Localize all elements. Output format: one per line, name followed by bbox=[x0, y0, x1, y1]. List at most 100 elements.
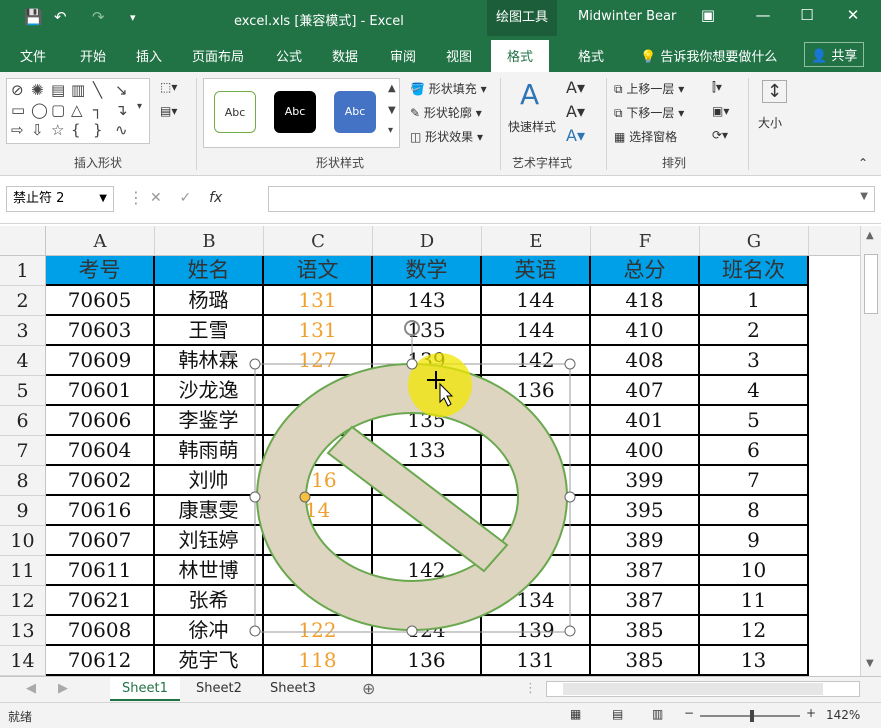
table-cell[interactable]: 135 bbox=[373, 316, 482, 346]
table-cell[interactable]: 沙龙逸 bbox=[155, 376, 264, 406]
column-header[interactable]: G bbox=[700, 226, 809, 256]
shapes-gallery[interactable]: ⊘ ✺ ▤ ▥ ╲ ↘ ▭ ◯ ▢ △ ┐ ↴ ⇨ ⇩ ☆ { } ∿ ▾ bbox=[6, 78, 150, 144]
triangle-shape-icon[interactable]: △ bbox=[71, 101, 83, 119]
table-cell[interactable]: 124 bbox=[373, 616, 482, 646]
table-cell[interactable]: 徐冲 bbox=[155, 616, 264, 646]
edit-shape-icon[interactable]: ⬚▾ bbox=[160, 80, 177, 94]
column-header[interactable]: B bbox=[155, 226, 264, 256]
table-cell[interactable] bbox=[482, 466, 591, 496]
save-icon[interactable]: 💾 bbox=[24, 8, 43, 26]
row-header[interactable]: 10 bbox=[0, 526, 46, 556]
tab-page-layout[interactable]: 页面布局 bbox=[192, 46, 244, 65]
table-cell[interactable]: 143 bbox=[373, 286, 482, 316]
table-cell[interactable]: 韩林霖 bbox=[155, 346, 264, 376]
worksheet-grid[interactable]: A B C D E F G 1 2 3 4 5 6 7 8 9 10 11 12 13 14 考号 姓名 语文 数学 英语 总分 班名… bbox=[0, 226, 860, 676]
next-sheet-icon[interactable]: ▶ bbox=[58, 681, 68, 696]
table-cell[interactable]: 142 bbox=[482, 346, 591, 376]
table-cell[interactable]: 李鉴学 bbox=[155, 406, 264, 436]
zoom-slider-thumb[interactable] bbox=[750, 710, 755, 722]
table-cell[interactable] bbox=[264, 436, 373, 466]
fx-icon[interactable]: fx bbox=[209, 190, 222, 206]
row-header[interactable]: 5 bbox=[0, 376, 46, 406]
table-cell[interactable]: 9 bbox=[700, 526, 809, 556]
table-cell[interactable]: 刘钰婷 bbox=[155, 526, 264, 556]
table-cell[interactable]: 4 bbox=[700, 376, 809, 406]
table-cell[interactable]: 70605 bbox=[46, 286, 155, 316]
column-header[interactable]: F bbox=[591, 226, 700, 256]
tab-insert[interactable]: 插入 bbox=[136, 46, 162, 65]
page-layout-view-icon[interactable]: ▤ bbox=[612, 707, 623, 721]
selection-pane-button[interactable]: ▦ 选择窗格 bbox=[614, 128, 677, 145]
table-cell[interactable]: 1 bbox=[700, 286, 809, 316]
table-cell[interactable]: 韩雨萌 bbox=[155, 436, 264, 466]
table-cell[interactable]: 408 bbox=[591, 346, 700, 376]
align-icon[interactable]: ⫿▾ bbox=[712, 80, 722, 95]
tab-formulas[interactable]: 公式 bbox=[276, 46, 302, 65]
table-cell[interactable]: 399 bbox=[591, 466, 700, 496]
cancel-icon[interactable]: ✕ bbox=[150, 190, 162, 206]
styles-scroll-up-icon[interactable]: ▲ bbox=[388, 83, 396, 94]
table-cell[interactable]: 70606 bbox=[46, 406, 155, 436]
column-header[interactable] bbox=[809, 226, 860, 256]
chevron-down-icon[interactable]: ▼ bbox=[99, 187, 107, 211]
column-header[interactable]: A bbox=[46, 226, 155, 256]
no-symbol-shape-icon[interactable]: ⊘ bbox=[11, 81, 24, 99]
shape-outline-button[interactable]: ✎ 形状轮廓 ▾ bbox=[410, 104, 482, 121]
prev-sheet-icon[interactable]: ◀ bbox=[26, 681, 36, 696]
styles-scroll-down-icon[interactable]: ▼ bbox=[388, 105, 396, 116]
table-cell[interactable]: 387 bbox=[591, 586, 700, 616]
table-cell[interactable]: 385 bbox=[591, 646, 700, 676]
column-header[interactable]: E bbox=[482, 226, 591, 256]
table-cell[interactable]: 13 bbox=[700, 646, 809, 676]
rounded-rect-shape-icon[interactable]: ▢ bbox=[51, 101, 65, 119]
zoom-level[interactable]: 142% bbox=[826, 708, 860, 722]
scroll-thumb[interactable] bbox=[864, 254, 878, 314]
text-fill-icon[interactable]: A▾ bbox=[566, 78, 585, 97]
table-cell[interactable]: 70621 bbox=[46, 586, 155, 616]
table-cell[interactable]: 401 bbox=[591, 406, 700, 436]
table-cell[interactable]: 131 bbox=[264, 316, 373, 346]
size-icon[interactable]: ↕ bbox=[762, 80, 788, 103]
line-shape-icon[interactable]: ╲ bbox=[93, 81, 102, 99]
table-cell[interactable] bbox=[264, 556, 373, 586]
table-header-cell[interactable]: 总分 bbox=[591, 256, 700, 286]
zoom-slider[interactable] bbox=[700, 710, 800, 722]
table-cell[interactable] bbox=[482, 496, 591, 526]
table-cell[interactable] bbox=[373, 586, 482, 616]
row-header[interactable]: 14 bbox=[0, 646, 46, 676]
share-button[interactable]: 👤 共享 bbox=[804, 42, 865, 67]
table-cell[interactable]: 144 bbox=[482, 286, 591, 316]
row-header[interactable]: 9 bbox=[0, 496, 46, 526]
name-box[interactable]: 禁止符 2 ▼ bbox=[6, 186, 114, 212]
row-header[interactable]: 3 bbox=[0, 316, 46, 346]
table-cell[interactable]: 142 bbox=[373, 556, 482, 586]
table-cell[interactable] bbox=[482, 436, 591, 466]
minimize-icon[interactable]: — bbox=[748, 6, 778, 24]
customize-qat-icon[interactable]: ▾ bbox=[130, 11, 136, 24]
style-swatch-white[interactable]: Abc bbox=[214, 91, 256, 133]
table-cell[interactable]: 387 bbox=[591, 556, 700, 586]
table-cell[interactable]: 杨璐 bbox=[155, 286, 264, 316]
shape-fill-button[interactable]: 🪣 形状填充 ▾ bbox=[410, 80, 487, 97]
table-cell[interactable]: 70604 bbox=[46, 436, 155, 466]
table-cell[interactable] bbox=[373, 466, 482, 496]
table-cell[interactable]: 刘帅 bbox=[155, 466, 264, 496]
tab-format-drawing[interactable]: 格式 bbox=[491, 40, 550, 72]
select-all-button[interactable] bbox=[0, 226, 46, 256]
sheet-tab-3[interactable]: Sheet3 bbox=[258, 677, 328, 701]
table-cell[interactable]: 70612 bbox=[46, 646, 155, 676]
table-cell[interactable] bbox=[264, 376, 373, 406]
table-cell[interactable]: 70601 bbox=[46, 376, 155, 406]
table-header-cell[interactable]: 英语 bbox=[482, 256, 591, 286]
add-sheet-icon[interactable]: ⊕ bbox=[362, 679, 375, 698]
row-header[interactable]: 2 bbox=[0, 286, 46, 316]
zoom-out-icon[interactable]: − bbox=[684, 706, 694, 720]
user-name[interactable]: Midwinter Bear bbox=[578, 9, 676, 24]
ribbon-display-icon[interactable]: ▣ bbox=[693, 6, 723, 24]
table-cell[interactable]: 70607 bbox=[46, 526, 155, 556]
table-cell[interactable] bbox=[373, 496, 482, 526]
table-cell[interactable]: 389 bbox=[591, 526, 700, 556]
quick-styles-button[interactable]: 快速样式 bbox=[508, 118, 556, 135]
more-shapes-icon[interactable]: ▾ bbox=[137, 101, 142, 112]
table-cell[interactable]: 3 bbox=[700, 346, 809, 376]
